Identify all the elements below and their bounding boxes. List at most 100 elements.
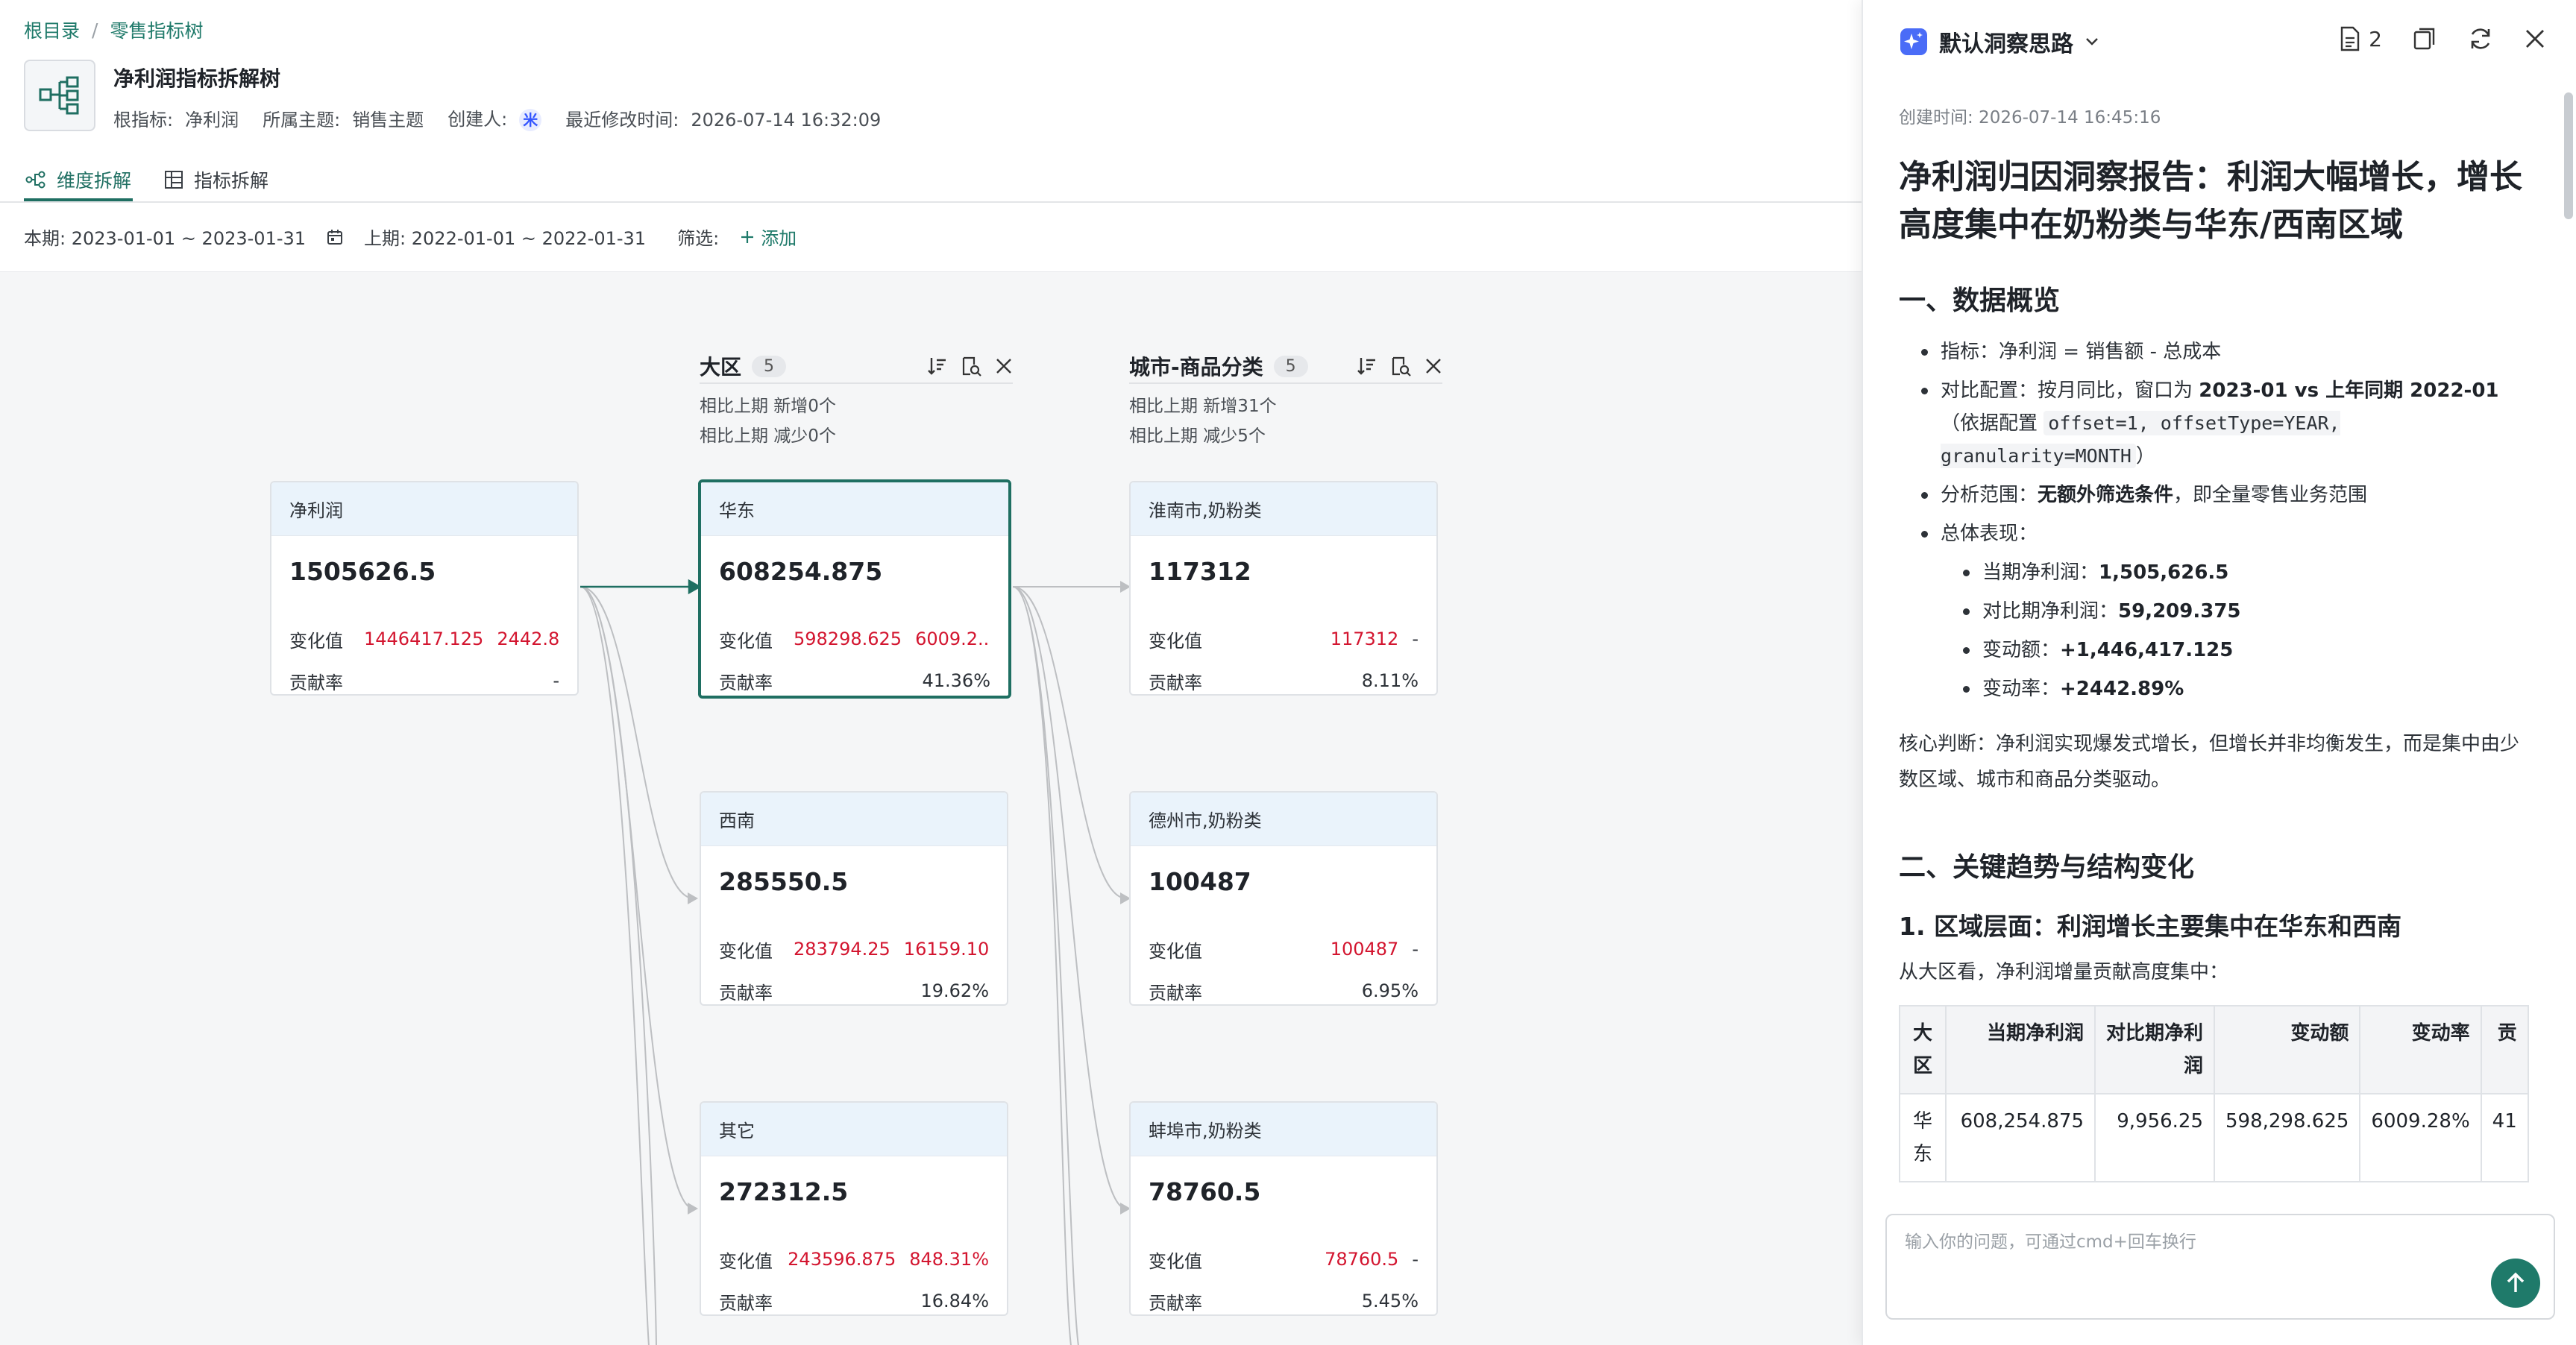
region-table: 大区 当期净利润 对比期净利润 变动额 变动率 贡 华东 608,254.875… (1899, 1005, 2529, 1182)
tab-dimension-label: 维度拆解 (57, 170, 132, 192)
table-cell: 9,956.25 (2094, 1093, 2215, 1182)
change-pct: 848.31% (909, 1249, 989, 1270)
table-cell: 6009.28% (2359, 1093, 2482, 1182)
insight-panel: 默认洞察思路 2 创建时间: 2026-07-14 16:45:16 净利润归因… (1862, 0, 2576, 1345)
change-label: 变化值 (719, 630, 773, 652)
change-label: 变化值 (719, 940, 773, 962)
current-period[interactable]: 本期: 2023-01-01 ~ 2023-01-31 (24, 224, 306, 250)
change-abs: 243596.875 (788, 1249, 896, 1270)
region-intro: 从大区看，净利润增量贡献高度集中： (1899, 961, 2229, 983)
node-title: 华东 (701, 482, 1008, 536)
list-item: 对比配置：按月同比，窗口为 2023-01 vs 上年同期 2022-01（依据… (1899, 374, 2537, 473)
change-abs: 78760.5 (1325, 1249, 1399, 1270)
table-cell: 华东 (1899, 1093, 1947, 1182)
list-item: 变动额：+1,446,417.125 (1899, 634, 2537, 667)
tree-node-city[interactable]: 德州市,奶粉类 100487 变化值 100487- 贡献率 6.95% (1129, 791, 1438, 1006)
add-filter-button[interactable]: 添加 (740, 224, 797, 250)
change-abs: 598298.625 (794, 629, 902, 649)
calendar-icon[interactable] (327, 229, 343, 245)
tree-node-region[interactable]: 其它 272312.5 变化值 243596.875 848.31% 贡献率 16.8… (700, 1101, 1008, 1316)
contrib-label: 贡献率 (1149, 1292, 1202, 1314)
node-title: 蚌埠市,奶粉类 (1131, 1103, 1436, 1156)
root-metric-value: 净利润 (185, 109, 239, 130)
node-value: 117312 (1149, 557, 1251, 586)
list-item: 总体表现： (1899, 517, 2537, 550)
column-added: 相比上期 新增31个 (1129, 397, 1277, 416)
send-button[interactable] (2491, 1259, 2540, 1308)
breadcrumb-root[interactable]: 根目录 (24, 16, 80, 43)
node-value: 78760.5 (1149, 1177, 1261, 1206)
breadcrumb-current[interactable]: 零售指标树 (110, 16, 203, 43)
tree-node-region[interactable]: 华东 608254.875 变化值 598298.625 6009.2... 贡献率… (698, 479, 1011, 699)
overview-list: 指标：净利润 = 销售额 - 总成本 对比配置：按月同比，窗口为 2023-01… (1899, 336, 2537, 705)
breadcrumb: 根目录 / 零售指标树 (24, 16, 203, 43)
node-value: 100487 (1149, 867, 1251, 896)
tree-meta: 根指标: 净利润 所属主题: 销售主题 创建人: 米 最近修改时间: 2026-07-1… (113, 104, 881, 131)
tree-node-region[interactable]: 西南 285550.5 变化值 283794.25 16159.10... 贡献率 1… (700, 791, 1008, 1006)
search-doc-icon[interactable] (1390, 356, 1411, 377)
created-time: 创建时间: 2026-07-14 16:45:16 (1899, 108, 2161, 127)
search-doc-icon[interactable] (961, 356, 981, 377)
modified-label: 最近修改时间: (565, 109, 679, 130)
close-icon[interactable] (995, 357, 1013, 375)
panel-scrollbar[interactable] (2564, 92, 2573, 219)
table-row: 华东 608,254.875 9,956.25 598,298.625 6009… (1899, 1093, 2529, 1182)
document-count: 2 (2369, 26, 2382, 51)
list-item: 变动率：+2442.89% (1899, 672, 2537, 705)
metric-grid-icon (165, 171, 183, 189)
add-filter-label: 添加 (761, 228, 797, 249)
close-icon[interactable] (2524, 28, 2546, 50)
sort-icon[interactable] (926, 356, 947, 377)
node-value: 272312.5 (719, 1177, 849, 1206)
table-header: 对比期净利润 (2094, 1005, 2215, 1094)
page-title: 净利润指标拆解树 (113, 66, 281, 91)
sort-icon[interactable] (1356, 356, 1377, 377)
question-input[interactable]: 输入你的问题，可通过cmd+回车换行 (1885, 1214, 2555, 1320)
column-header-region: 大区 5 相比上期 新增0个 相比上期 减少0个 (700, 350, 1013, 451)
documents-button[interactable]: 2 (2339, 26, 2382, 51)
column-added: 相比上期 新增0个 (700, 397, 836, 416)
table-cell: 41 (2480, 1093, 2529, 1182)
change-label: 变化值 (1149, 940, 1202, 962)
document-icon (2340, 26, 2360, 51)
insight-selector[interactable]: 默认洞察思路 (1899, 25, 2100, 58)
chevron-down-icon (2086, 38, 2098, 45)
region-table-wrap[interactable]: 大区 当期净利润 对比期净利润 变动额 变动率 贡 华东 608,254.875… (1899, 1005, 2540, 1199)
contrib-value: 19.62% (920, 980, 989, 1001)
contrib-value: 5.45% (1361, 1291, 1419, 1311)
copy-icon[interactable] (2412, 26, 2437, 51)
column-count: 5 (1273, 355, 1308, 377)
node-value: 285550.5 (719, 867, 849, 896)
contrib-label: 贡献率 (719, 1292, 773, 1314)
topic-label: 所属主题: (263, 109, 341, 130)
tree-node-city[interactable]: 淮南市,奶粉类 117312 变化值 117312- 贡献率 8.11% (1129, 481, 1438, 696)
main-area: 根目录 / 零售指标树 净利润指标拆解树 根指标: 净利润 所属主题: 销售主题 创… (0, 0, 1862, 1345)
node-title: 西南 (701, 793, 1007, 846)
close-icon[interactable] (1424, 357, 1442, 375)
table-header: 变动率 (2359, 1005, 2482, 1094)
tree-canvas[interactable]: 大区 5 相比上期 新增0个 相比上期 减少0个 城市-商品分类 5 相比上期 … (0, 271, 1862, 1345)
tab-dimension[interactable]: 维度拆解 (24, 158, 133, 201)
change-pct: - (1412, 629, 1419, 649)
change-pct: 6009.2... (915, 629, 990, 649)
section-overview: 一、数据概览 (1899, 286, 2061, 316)
contrib-value: 8.11% (1361, 670, 1419, 691)
question-placeholder: 输入你的问题，可通过cmd+回车换行 (1905, 1232, 2196, 1252)
contrib-value: 41.36% (922, 670, 990, 691)
avatar: 米 (519, 109, 542, 131)
tree-node-root[interactable]: 净利润 1505626.5 变化值 1446417.125 2442.8... 贡献… (270, 481, 579, 696)
core-judgement: 核心判断：净利润实现爆发式增长，但增长并非均衡发生，而是集中由少数区域、城市和商… (1899, 733, 2520, 791)
table-header: 大区 (1899, 1005, 1947, 1094)
table-cell: 608,254.875 (1945, 1093, 2096, 1182)
list-item: 分析范围：无额外筛选条件，即全量零售业务范围 (1899, 479, 2537, 511)
panel-toolbar: 2 (2339, 25, 2546, 52)
contrib-label: 贡献率 (719, 982, 773, 1004)
previous-period[interactable]: 上期: 2022-01-01 ~ 2022-01-31 (364, 224, 646, 250)
list-item: 当期净利润：1,505,626.5 (1899, 556, 2537, 589)
refresh-icon[interactable] (2467, 25, 2494, 52)
tab-metric[interactable]: 指标拆解 (163, 158, 270, 201)
tree-node-city[interactable]: 蚌埠市,奶粉类 78760.5 变化值 78760.5- 贡献率 5.45% (1129, 1101, 1438, 1316)
node-title: 净利润 (271, 482, 577, 536)
contrib-label: 贡献率 (1149, 672, 1202, 693)
contrib-label: 贡献率 (1149, 982, 1202, 1004)
